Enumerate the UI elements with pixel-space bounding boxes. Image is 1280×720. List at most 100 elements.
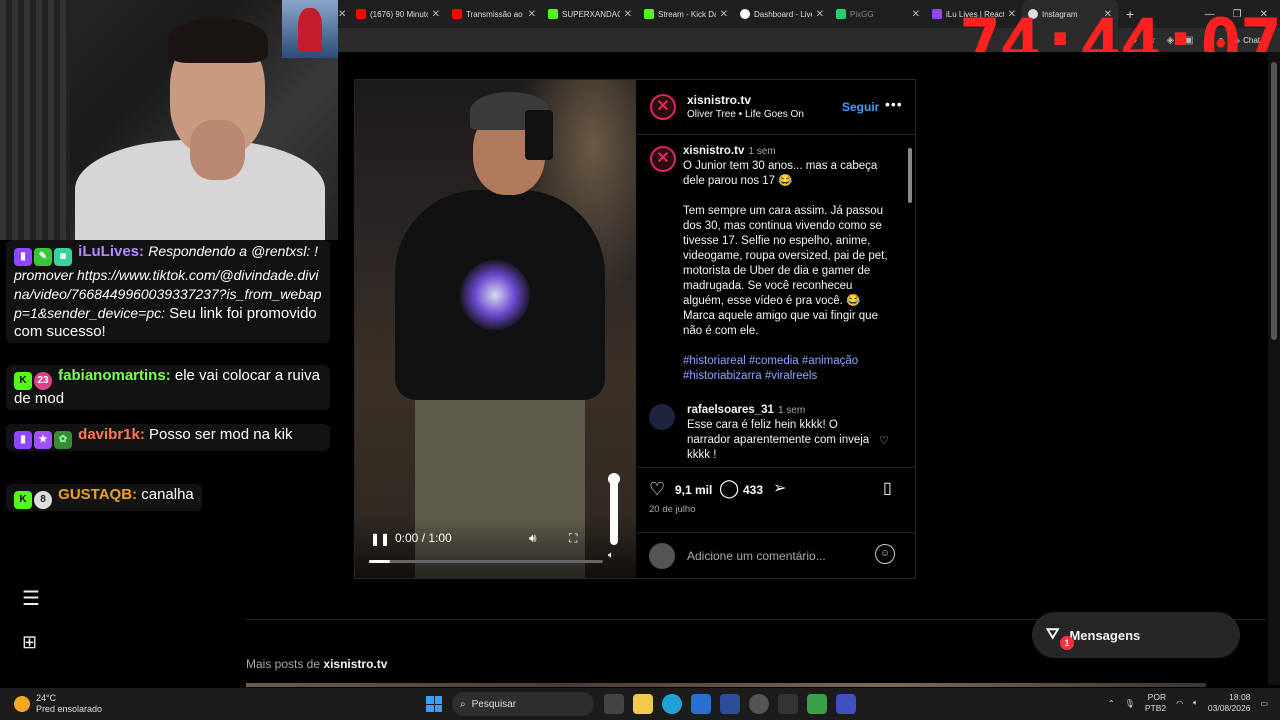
language-indicator[interactable]: POR PTB2 <box>1145 692 1166 714</box>
bot-badge-icon: ◙ <box>54 248 72 266</box>
author-name[interactable]: xisnistro.tv <box>687 93 751 107</box>
menu-icon[interactable]: ☰ <box>22 586 40 611</box>
comment-count: 433 <box>743 483 764 497</box>
hashtags[interactable]: #historiareal #comedia #animação #histor… <box>683 354 893 384</box>
close-icon[interactable]: ✕ <box>912 9 920 20</box>
volume-knob[interactable] <box>608 473 620 485</box>
streamer-hand <box>190 120 245 180</box>
taskbar-search[interactable]: ⌕ Pesquisar <box>452 692 594 716</box>
post-sidebar: ✕ xisnistro.tv Oliver Tree • Life Goes O… <box>637 80 915 578</box>
app-icon[interactable] <box>720 694 740 714</box>
video-controls <box>355 518 636 578</box>
scroll-thumb[interactable] <box>908 148 912 203</box>
page-scrollbar[interactable] <box>1268 52 1280 685</box>
tab-kick-2[interactable]: Stream - Kick Das✕ <box>638 0 734 28</box>
chat-message: K 23 fabianomartins: ele vai colocar a ru… <box>6 365 330 410</box>
fullscreen-icon[interactable]: ⛶ <box>569 531 577 546</box>
like-icon[interactable]: ♡ <box>649 479 665 500</box>
close-icon[interactable]: ✕ <box>528 9 536 20</box>
video-progress-fill <box>369 560 391 563</box>
twitch-icon <box>932 9 942 19</box>
user-avatar <box>649 543 675 569</box>
tab-youtube-2[interactable]: Transmissão ao vivo✕ <box>446 0 542 28</box>
comments-scrollbar[interactable] <box>907 136 913 466</box>
messages-button[interactable]: ⛛ 1 Mensagens <box>1032 612 1240 658</box>
wifi-icon[interactable]: ◠ <box>1176 699 1183 708</box>
system-tray: ⌃ 🎙︎ POR PTB2 ◠ 🔈︎ 18:08 03/08/2026 ▭ <box>1108 692 1268 714</box>
app-icon[interactable] <box>749 694 769 714</box>
youtube-icon <box>452 9 462 19</box>
kick-icon <box>548 9 558 19</box>
discord-icon[interactable] <box>836 694 856 714</box>
comment-icon[interactable]: ◯ <box>719 478 739 499</box>
author-avatar[interactable]: ✕ <box>650 94 676 120</box>
apps-grid-icon[interactable]: ⊞ <box>22 632 37 653</box>
pixgg-icon <box>836 9 846 19</box>
instagram-post: ❚❚ 0:00 / 1:00 🔊︎ ⛶ 🔈︎ ✕ xisnistro.tv Ol… <box>354 79 916 579</box>
video-progress-bar[interactable] <box>369 560 603 563</box>
like-count: 9,1 mil <box>675 483 713 497</box>
url-field[interactable] <box>338 30 928 50</box>
weather-widget[interactable]: 24°C Pred ensolarado <box>0 693 300 715</box>
speaker-icon[interactable]: 🔈︎ <box>608 550 614 561</box>
messages-badge: 1 <box>1060 636 1074 650</box>
page-scroll-thumb[interactable] <box>1271 62 1277 340</box>
close-icon[interactable]: ✕ <box>624 9 632 20</box>
share-icon[interactable]: ➢ <box>773 478 786 498</box>
youtube-icon <box>356 9 366 19</box>
globe-icon <box>740 9 750 19</box>
kick-icon: K <box>14 491 32 509</box>
poster-figure <box>298 8 322 52</box>
chat-message: ▮ ★ ✿ davibr1k: Posso ser mod na kik <box>6 424 330 451</box>
comment-like-icon[interactable]: ♡ <box>879 434 889 447</box>
more-posts-thumbnails[interactable] <box>246 683 1206 687</box>
notification-icon[interactable]: ▭ <box>1260 699 1268 708</box>
video-phone <box>525 110 553 160</box>
task-view-icon[interactable] <box>604 694 624 714</box>
music-info[interactable]: Oliver Tree • Life Goes On <box>687 109 804 120</box>
follow-button[interactable]: Seguir <box>842 100 879 114</box>
mic-icon[interactable]: 🎙︎ <box>1125 699 1135 708</box>
tab-kick-1[interactable]: SUPERXANDAO ✕ <box>542 0 638 28</box>
close-icon[interactable]: ✕ <box>816 9 824 20</box>
plant-badge-icon: ✿ <box>54 431 72 449</box>
post-caption: xisnistro.tv 1 sem O Junior tem 30 anos..… <box>683 144 893 384</box>
tab-youtube-1[interactable]: (1676) 90 Minuto ✕ <box>350 0 446 28</box>
video-player[interactable]: ❚❚ 0:00 / 1:00 🔊︎ ⛶ 🔈︎ <box>355 80 636 578</box>
save-icon[interactable]: ▯ <box>883 478 892 498</box>
sub-badge-icon: 23 <box>34 372 52 390</box>
app-icon[interactable] <box>807 694 827 714</box>
sun-icon <box>14 696 30 712</box>
close-icon[interactable]: ✕ <box>432 9 440 20</box>
volume-slider[interactable] <box>608 473 620 545</box>
emoji-icon[interactable]: ☺ <box>875 544 895 564</box>
sword-badge-icon: ✎ <box>34 248 52 266</box>
caption-avatar[interactable]: ✕ <box>650 146 676 172</box>
edge-icon[interactable] <box>662 694 682 714</box>
video-time: 0:00 / 1:00 <box>395 531 452 545</box>
capcut-icon[interactable] <box>778 694 798 714</box>
file-explorer-icon[interactable] <box>633 694 653 714</box>
tab-close-first[interactable]: ✕ <box>338 0 350 28</box>
speaker-icon[interactable]: 🔈︎ <box>1193 698 1198 708</box>
store-icon[interactable] <box>691 694 711 714</box>
taskbar-apps <box>604 694 856 714</box>
commenter-avatar[interactable] <box>649 404 675 430</box>
more-options-icon[interactable]: ••• <box>885 96 903 112</box>
post-header: ✕ xisnistro.tv Oliver Tree • Life Goes O… <box>637 80 915 135</box>
level-badge-icon: 8 <box>34 491 52 509</box>
chevron-up-icon[interactable]: ⌃ <box>1108 699 1115 708</box>
tab-pixgg[interactable]: PixGG ✕ <box>830 0 926 28</box>
screen: ✕ (1676) 90 Minuto✕ Transmissão ao vivo✕… <box>0 0 1280 720</box>
start-button[interactable] <box>426 696 442 712</box>
pause-icon[interactable]: ❚❚ <box>370 532 390 546</box>
comments-panel: ✕ xisnistro.tv 1 sem O Junior tem 30 anos… <box>637 136 907 466</box>
clock[interactable]: 18:08 03/08/2026 <box>1208 692 1251 714</box>
tab-dashboard[interactable]: Dashboard - Live ✕ <box>734 0 830 28</box>
star-badge-icon: ★ <box>34 431 52 449</box>
chat-message: K8 GUSTAQB: canalha <box>6 484 202 511</box>
more-posts-heading: Mais posts de xisnistro.tv <box>246 657 388 671</box>
close-icon[interactable]: ✕ <box>720 9 728 20</box>
comment-input[interactable]: Adicione um comentário... <box>687 549 826 563</box>
volume-icon[interactable]: 🔊︎ <box>529 531 537 546</box>
